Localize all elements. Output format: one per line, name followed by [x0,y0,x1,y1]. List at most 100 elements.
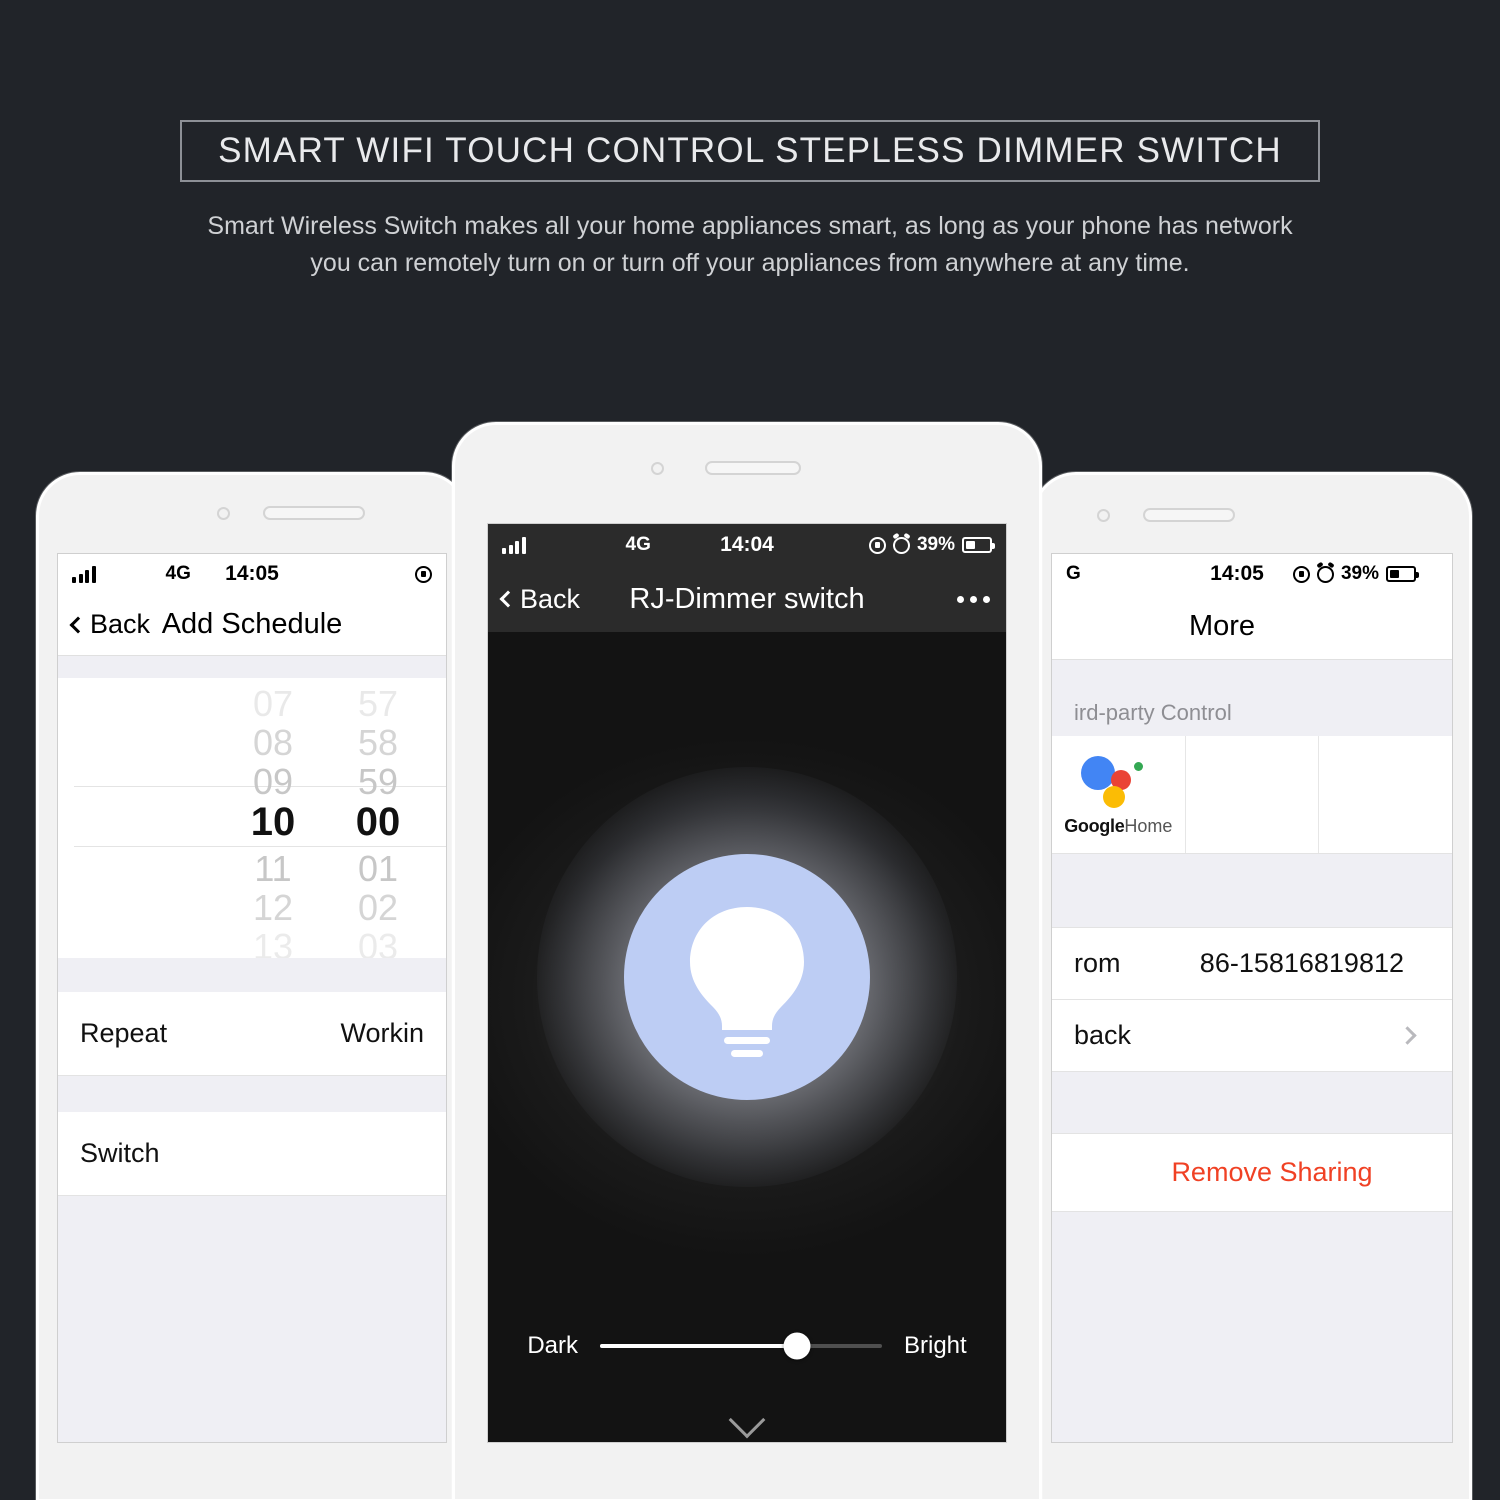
left-phone-top-bezel [39,475,465,553]
center-phone-screen: 4G 14:04 39% Back RJ-Dimmer switch Dark … [487,523,1007,1443]
picker-item-selected: 10 [250,800,296,844]
alarm-clock-icon [1316,565,1334,583]
dimmer-control-area: Dark Bright [488,632,1006,1442]
picker-item: 58 [357,722,399,763]
brightness-slider[interactable] [599,1332,882,1360]
remove-sharing-label: Remove Sharing [1171,1157,1373,1187]
switch-row-label: Switch [80,1138,160,1168]
slider-bright-label: Bright [903,1332,967,1359]
left-phone-screen: 4G 14:05 Back Add Schedule 07 08 09 10 1… [57,553,447,1443]
picker-item: 11 [254,848,292,889]
brightness-slider-handle[interactable] [783,1332,811,1360]
third-party-section-header: ird-party Control [1052,660,1452,736]
picker-item: 12 [252,887,294,928]
back-button[interactable]: Back [58,609,150,640]
left-nav-bar: Back Add Schedule [58,594,446,656]
front-camera-icon [651,462,664,475]
picker-item: 02 [357,887,399,928]
center-nav-bar: Back RJ-Dimmer switch [488,566,1006,632]
repeat-row[interactable]: Repeat Workin [58,992,446,1076]
page-title: SMART WIFI TOUCH CONTROL STEPLESS DIMMER… [218,131,1282,170]
repeat-row-value: Workin [340,1018,424,1048]
left-status-bar: 4G 14:05 [58,554,446,594]
earpiece-speaker [705,461,801,475]
earpiece-speaker [1143,508,1235,522]
picker-item: 09 [252,761,294,802]
google-assistant-icon [1081,752,1155,810]
battery-icon [1386,566,1419,582]
back-button-label: Back [520,583,581,614]
list-gap [58,958,446,992]
chevron-left-icon [499,590,517,608]
switch-row[interactable]: Switch [58,1112,446,1196]
picker-item: 13 [252,926,294,959]
brightness-slider-fill [599,1344,798,1348]
right-nav-bar: More [1052,594,1452,660]
center-status-bar: 4G 14:04 39% [488,524,1006,566]
picker-item: 01 [357,848,399,889]
hour-column[interactable]: 07 08 09 10 11 12 13 [218,678,328,959]
rotation-lock-icon [868,536,886,554]
right-status-bar: G 14:05 39% [1052,554,1452,594]
rotation-lock-icon [415,565,432,583]
repeat-row-label: Repeat [80,1018,168,1048]
status-time: 14:04 [720,533,774,556]
chevron-left-icon [69,616,87,633]
feedback-row[interactable]: back [1052,1000,1452,1072]
back-button[interactable]: Back [488,584,580,615]
left-status-right [415,565,432,583]
more-dots-icon[interactable] [957,595,1006,603]
shared-from-row: rom 86-15816819812 [1052,928,1452,1000]
right-nav-title: More [1188,610,1256,642]
picker-item: 03 [357,926,399,959]
time-picker[interactable]: 07 08 09 10 11 12 13 57 58 59 00 01 02 0… [58,678,446,958]
chevron-down-icon[interactable] [728,1401,766,1439]
google-brand-label: Google [1064,816,1125,836]
center-phone: 4G 14:04 39% Back RJ-Dimmer switch Dark … [452,422,1042,1500]
list-gap [1052,1072,1452,1134]
list-gap-bottom [1052,1212,1452,1442]
earpiece-speaker [263,506,365,520]
back-button-label: Back [90,609,151,639]
shared-from-label: rom [1074,948,1121,978]
page-subtitle: Smart Wireless Switch makes all your hom… [207,212,1293,277]
tile-empty-2[interactable] [1186,736,1320,853]
front-camera-icon [1097,509,1110,522]
minute-column[interactable]: 57 58 59 00 01 02 03 [323,678,433,959]
third-party-tile-grid: GoogleHome [1052,736,1452,854]
right-phone: G 14:05 39% More ird-party Control Googl… [1032,472,1472,1500]
promo-page: SMART WIFI TOUCH CONTROL STEPLESS DIMMER… [0,0,1500,1500]
remove-sharing-button[interactable]: Remove Sharing [1052,1134,1452,1212]
page-title-box: SMART WIFI TOUCH CONTROL STEPLESS DIMMER… [180,120,1320,182]
section-header-label: ird-party Control [1074,700,1232,725]
right-phone-screen: G 14:05 39% More ird-party Control Googl… [1051,553,1453,1443]
list-gap [1052,854,1452,928]
right-phone-top-bezel [1035,475,1469,553]
picker-item: 08 [252,722,294,763]
picker-item: 07 [252,683,294,724]
shared-from-value: 86-15816819812 [1199,948,1404,978]
picker-item: 57 [357,683,399,724]
light-bulb-icon [690,907,804,1058]
slider-dark-label: Dark [527,1332,578,1359]
picker-item-selected: 00 [355,800,401,844]
rotation-lock-icon [1292,565,1310,583]
brightness-slider-row: Dark Bright [488,1332,1006,1360]
center-phone-top-bezel [455,425,1039,523]
bulb-toggle-button[interactable] [624,854,870,1101]
front-camera-icon [217,507,230,520]
feedback-label: back [1074,1020,1132,1050]
picker-item: 59 [357,761,399,802]
list-gap-bottom [58,1196,446,1442]
tile-google-home[interactable]: GoogleHome [1052,736,1186,853]
status-time: 14:05 [225,562,279,585]
list-gap [58,1076,446,1112]
tile-google-home-label: GoogleHome [1064,816,1172,837]
alarm-clock-icon [892,536,910,554]
battery-icon [962,537,995,553]
chevron-right-icon [1398,1026,1417,1045]
left-phone: 4G 14:05 Back Add Schedule 07 08 09 10 1… [36,472,468,1500]
tile-empty-3[interactable] [1319,736,1452,853]
google-product-label: Home [1124,816,1173,836]
list-gap [58,656,446,678]
